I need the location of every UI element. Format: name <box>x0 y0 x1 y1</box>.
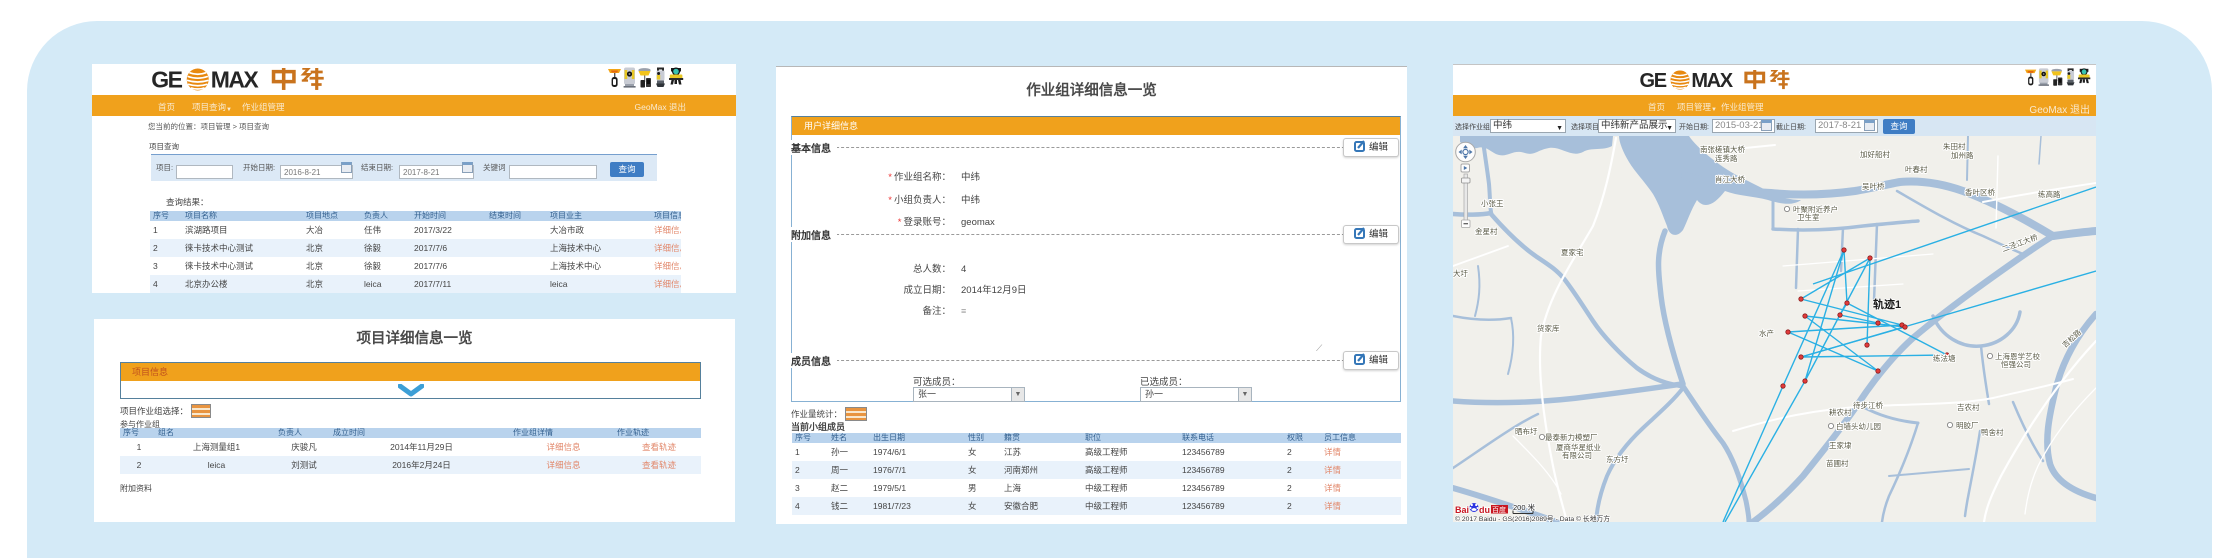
svg-text:加好船村: 加好船村 <box>1860 149 1890 159</box>
svg-text:吉农村: 吉农村 <box>1957 402 1980 412</box>
svg-text:王家埭: 王家埭 <box>1829 440 1852 450</box>
svg-text:朱田村: 朱田村 <box>1943 141 1966 151</box>
svg-text:待步江桥: 待步江桥 <box>1853 400 1883 410</box>
svg-text:香叶区桥: 香叶区桥 <box>1965 187 1995 197</box>
svg-text:du: du <box>1479 505 1490 515</box>
svg-text:东方圩: 东方圩 <box>1606 454 1629 464</box>
svg-text:轨迹1: 轨迹1 <box>1873 297 1901 311</box>
svg-text:百度: 百度 <box>1492 505 1506 514</box>
svg-text:© 2017 Baidu - GS(2016)2089号 -: © 2017 Baidu - GS(2016)2089号 - Data © 长地… <box>1455 514 1610 522</box>
svg-text:金星村: 金星村 <box>1475 226 1498 236</box>
svg-text:晒布圩: 晒布圩 <box>1515 426 1538 436</box>
svg-text:南张槎镇大桥: 南张槎镇大桥 <box>1700 144 1745 154</box>
svg-text:肖江大桥: 肖江大桥 <box>1715 174 1745 184</box>
svg-text:大圩: 大圩 <box>1453 268 1469 278</box>
svg-text:练高路: 练高路 <box>2038 189 2061 199</box>
svg-text:加州路: 加州路 <box>1951 150 1974 160</box>
svg-text:吴叶桥: 吴叶桥 <box>1862 181 1885 191</box>
svg-text:叶春村: 叶春村 <box>1905 164 1928 174</box>
svg-text:有限公司: 有限公司 <box>1562 450 1592 460</box>
svg-text:练法塘: 练法塘 <box>1933 353 1956 363</box>
svg-text:耕农村: 耕农村 <box>1829 407 1852 417</box>
svg-text:200 米: 200 米 <box>1513 502 1536 512</box>
svg-text:白墙头幼儿园: 白墙头幼儿园 <box>1836 421 1881 431</box>
svg-text:小张王: 小张王 <box>1481 199 1504 208</box>
svg-text:苗圃村: 苗圃村 <box>1826 458 1849 468</box>
svg-text:Bai: Bai <box>1455 505 1469 515</box>
svg-text:水产: 水产 <box>1759 328 1774 338</box>
svg-text:恒强公司: 恒强公司 <box>2001 359 2031 369</box>
svg-text:鸭舍村: 鸭舍村 <box>1981 427 2004 437</box>
svg-text:最泰新力模塑厂: 最泰新力模塑厂 <box>1545 432 1598 442</box>
svg-text:连秀路: 连秀路 <box>1715 153 1738 163</box>
svg-text:明胶厂: 明胶厂 <box>1956 420 1979 430</box>
svg-text:卫生室: 卫生室 <box>1797 212 1820 222</box>
svg-text:夏家宅: 夏家宅 <box>1561 247 1584 257</box>
svg-text:货家库: 货家库 <box>1537 323 1560 333</box>
